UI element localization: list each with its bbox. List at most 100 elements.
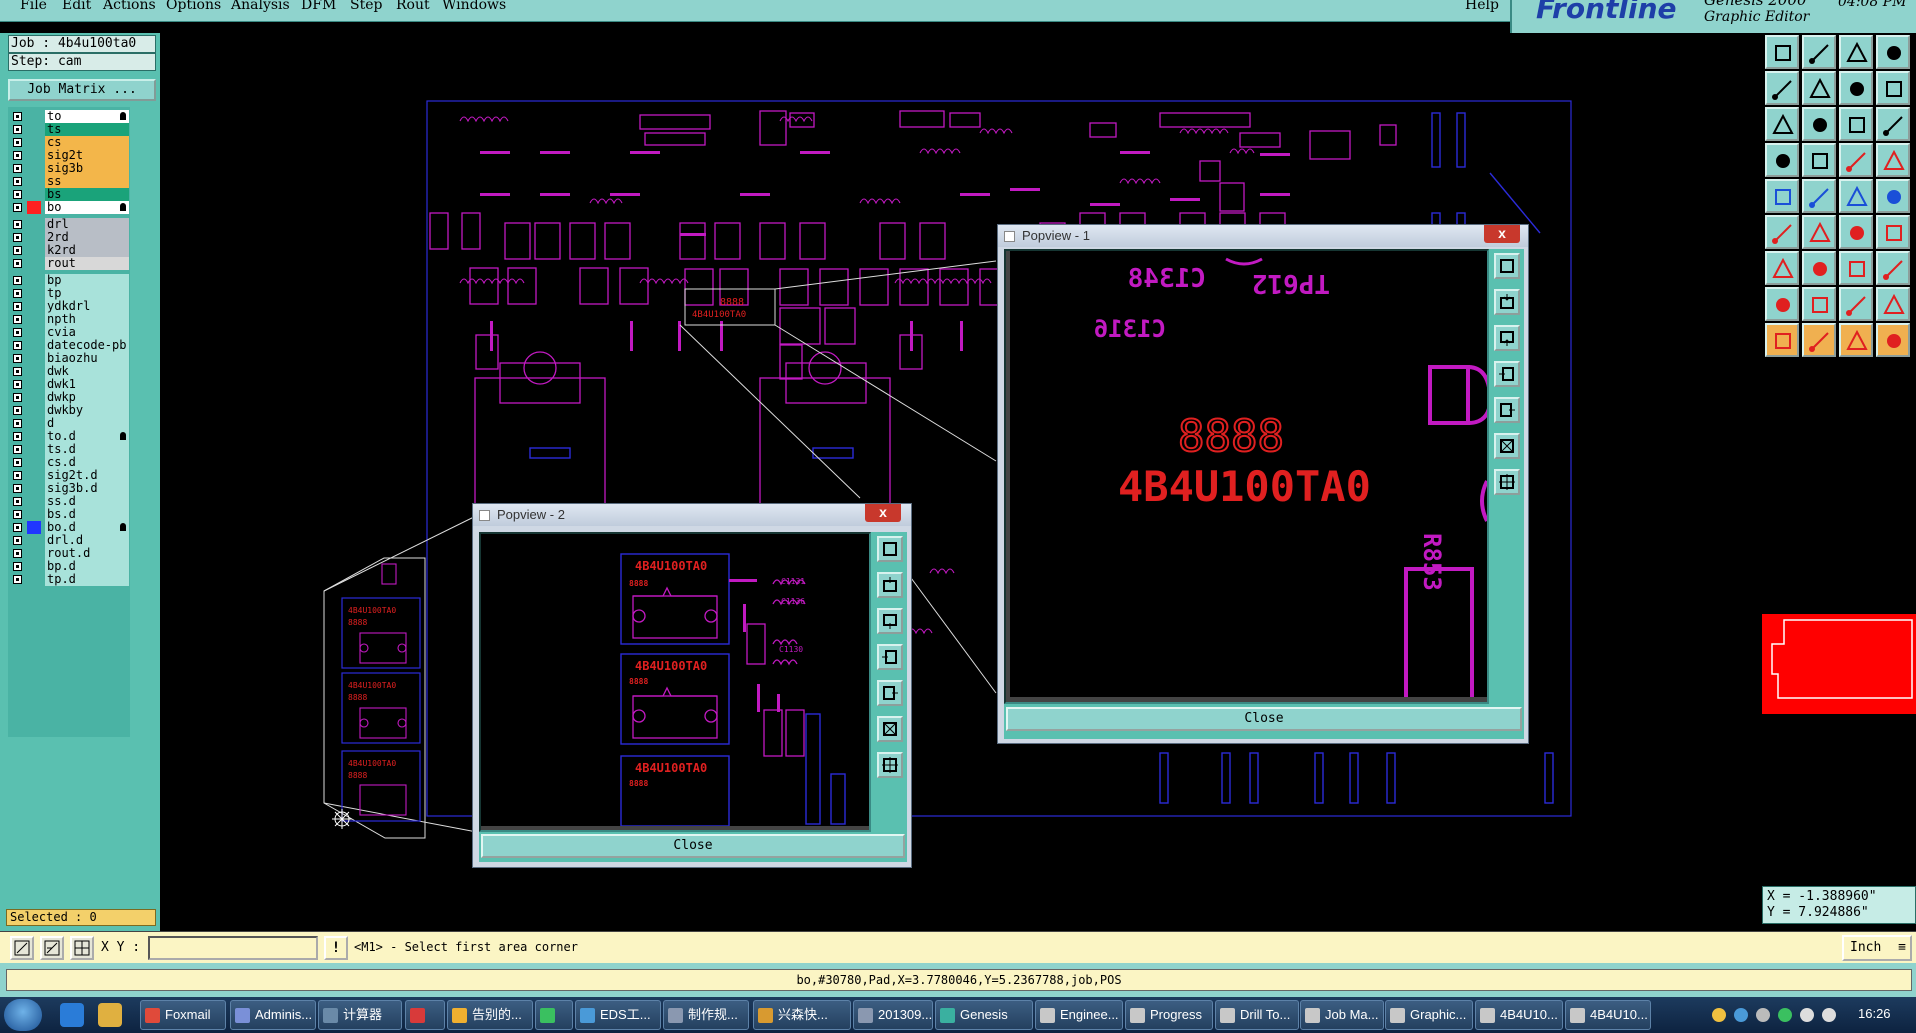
triangle-tool-2-icon[interactable] (1802, 323, 1836, 357)
layer-checkbox[interactable] (13, 138, 22, 147)
layer-checkbox[interactable] (13, 458, 22, 467)
menu-options[interactable]: Options (166, 0, 221, 12)
popview-1-viewport[interactable]: C1348 TP612 C1316 R853 8888 4B4U100TA0 (1004, 249, 1489, 704)
pv1-fit-button[interactable] (1494, 433, 1520, 459)
popview-1-close-x-button[interactable]: x (1484, 225, 1520, 243)
layer-checkbox[interactable] (13, 190, 22, 199)
layer-checkbox[interactable] (13, 536, 22, 545)
menu-help[interactable]: Help (1465, 0, 1499, 12)
pv1-pan-left-button[interactable] (1494, 361, 1520, 387)
layer-checkbox[interactable] (13, 562, 22, 571)
select-tool-icon[interactable] (1765, 215, 1799, 249)
menu-dfm[interactable]: DFM (301, 0, 336, 12)
grid-mode-icon[interactable] (70, 936, 94, 960)
layer-checkbox[interactable] (13, 380, 22, 389)
taskbar-task[interactable] (535, 1000, 573, 1030)
overview-minimap[interactable] (1762, 614, 1916, 714)
reset-view-icon[interactable] (1839, 71, 1873, 105)
pv2-zoom-in-button[interactable] (877, 572, 903, 598)
scale-view-icon[interactable] (1839, 107, 1873, 141)
popview-1-close-button[interactable]: Close (1006, 707, 1522, 731)
window-split-icon[interactable] (1876, 71, 1910, 105)
menu-windows[interactable]: Windows (442, 0, 506, 12)
menu-analysis[interactable]: Analysis (231, 0, 290, 12)
menu-actions[interactable]: Actions (103, 0, 156, 12)
diagonal-tool-icon[interactable] (1802, 251, 1836, 285)
color-tool-icon[interactable] (1802, 179, 1836, 213)
taskbar-task[interactable]: 4B4U10... (1475, 1000, 1563, 1030)
menu-edit[interactable]: Edit (62, 0, 91, 12)
popview-2-viewport[interactable]: C1131 C1136 C1130 4B4U100TA0 8888 4B4U10… (479, 532, 871, 832)
measure-tool-icon[interactable] (1765, 143, 1799, 177)
explorer-icon[interactable] (98, 1003, 122, 1027)
pv1-center-button[interactable] (1494, 469, 1520, 495)
align-tool-icon[interactable] (1839, 287, 1873, 321)
taskbar-task[interactable]: 制作规... (663, 1000, 749, 1030)
taskbar-task[interactable]: 兴森快... (753, 1000, 851, 1030)
ruler-tool-icon[interactable] (1839, 179, 1873, 213)
layer-checkbox[interactable] (13, 393, 22, 402)
layer-checkbox[interactable] (13, 289, 22, 298)
pad-tool-icon[interactable] (1876, 179, 1910, 213)
tray-icon[interactable] (1800, 1008, 1814, 1022)
open-job-icon[interactable] (1765, 35, 1799, 69)
snap-mode-icon[interactable] (10, 936, 34, 960)
triangle-tool-3-icon[interactable] (1839, 323, 1873, 357)
layer-checkbox[interactable] (13, 341, 22, 350)
measure-mode-icon[interactable] (40, 936, 64, 960)
layer-checkbox[interactable] (13, 510, 22, 519)
angle-tool-icon[interactable] (1765, 251, 1799, 285)
pv1-pan-right-button[interactable] (1494, 397, 1520, 423)
taskbar-task[interactable]: 4B4U10... (1565, 1000, 1651, 1030)
taskbar-task[interactable]: Genesis (935, 1000, 1033, 1030)
pv2-zoom-out-button[interactable] (877, 608, 903, 634)
taskbar-task[interactable]: Job Ma... (1300, 1000, 1384, 1030)
triangle-tool-4-icon[interactable] (1876, 323, 1910, 357)
taskbar-task[interactable]: 告别的... (447, 1000, 533, 1030)
line-tool-icon[interactable] (1839, 215, 1873, 249)
popview-2-titlebar[interactable]: Popview - 2 (473, 504, 911, 526)
triangle-tool-icon[interactable] (1765, 323, 1799, 357)
job-matrix-button[interactable]: Job Matrix ... (8, 79, 156, 101)
layer-checkbox[interactable] (13, 497, 22, 506)
layer-checkbox[interactable] (13, 419, 22, 428)
start-button[interactable] (4, 999, 42, 1031)
taskbar-task[interactable]: Enginee... (1035, 1000, 1123, 1030)
layer-checkbox[interactable] (13, 575, 22, 584)
tray-icon[interactable] (1734, 1008, 1748, 1022)
layer-checkbox[interactable] (13, 406, 22, 415)
layer-checkbox[interactable] (13, 164, 22, 173)
taskbar-task[interactable]: Foxmail (140, 1000, 226, 1030)
pv2-pan-right-button[interactable] (877, 680, 903, 706)
tray-icon[interactable] (1822, 1008, 1836, 1022)
pv2-pan-left-button[interactable] (877, 644, 903, 670)
help-icon[interactable] (1876, 107, 1910, 141)
zoom-left-icon[interactable] (1765, 71, 1799, 105)
ie-icon[interactable] (60, 1003, 84, 1027)
layer-checkbox[interactable] (13, 354, 22, 363)
zoom-center-icon[interactable] (1802, 107, 1836, 141)
taskbar-task[interactable]: Adminis... (230, 1000, 316, 1030)
snap-tool-icon[interactable] (1839, 143, 1873, 177)
shape-tool-icon[interactable] (1765, 287, 1799, 321)
menu-step[interactable]: Step (350, 0, 382, 12)
snap-tool-2-icon[interactable] (1876, 143, 1910, 177)
fit-screen-icon[interactable] (1765, 107, 1799, 141)
layer-row-rout[interactable]: rout (8, 256, 130, 271)
group-tool-icon[interactable] (1876, 287, 1910, 321)
layer-checkbox[interactable] (13, 151, 22, 160)
layer-checkbox[interactable] (13, 125, 22, 134)
layer-checkbox[interactable] (13, 471, 22, 480)
pv1-zoom-home-button[interactable] (1494, 253, 1520, 279)
save-job-icon[interactable] (1802, 35, 1836, 69)
layer-checkbox[interactable] (13, 484, 22, 493)
tray-icon[interactable] (1756, 1008, 1770, 1022)
layer-checkbox[interactable] (13, 220, 22, 229)
pv2-fit-button[interactable] (877, 716, 903, 742)
layer-checkbox[interactable] (13, 328, 22, 337)
display-tool-icon[interactable] (1765, 179, 1799, 213)
menu-rout[interactable]: Rout (396, 0, 430, 12)
move-tool-icon[interactable] (1802, 287, 1836, 321)
popview-1-titlebar[interactable]: Popview - 1 (998, 225, 1528, 247)
layer-checkbox[interactable] (13, 276, 22, 285)
